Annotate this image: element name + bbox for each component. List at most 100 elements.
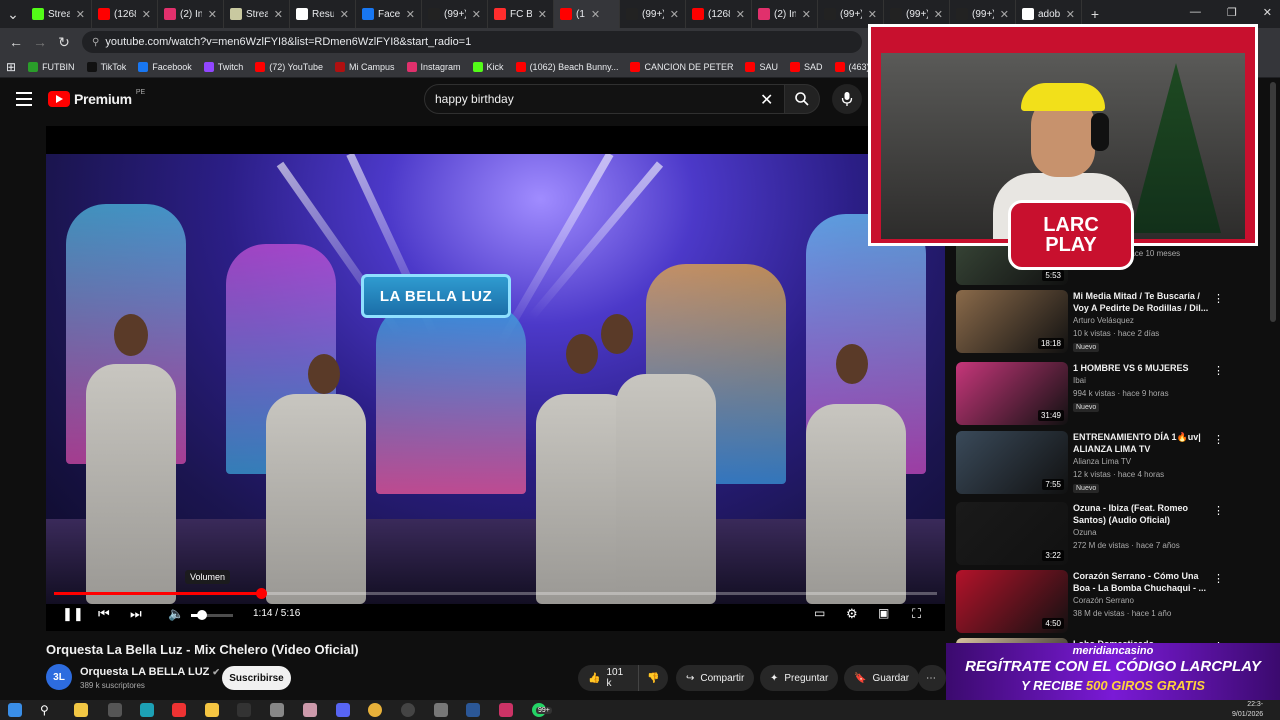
reload-icon[interactable]: ↻	[52, 34, 76, 51]
recommended-video[interactable]: 18:18 Mi Media Mitad / Te Buscaría / Voy …	[956, 290, 1226, 354]
recommended-title[interactable]: Mi Media Mitad / Te Buscaría / Voy A Ped…	[1073, 290, 1211, 314]
app-icon[interactable]	[108, 703, 122, 717]
browser-tab[interactable]: Faceb ✕	[356, 0, 422, 28]
menu-icon[interactable]	[16, 92, 32, 110]
recommended-video[interactable]: 31:49 1 HOMBRE VS 6 MUJERES Ibai 994 k vist…	[956, 362, 1226, 426]
tab-close-icon[interactable]: ✕	[868, 8, 877, 21]
app-icon[interactable]	[172, 703, 186, 717]
restore-icon[interactable]: ❐	[1227, 6, 1237, 19]
recommended-video[interactable]: 7:55 ENTRENAMIENTO DÍA 1🔥uv| ALIANZA LIMA…	[956, 431, 1226, 495]
bookmark-item[interactable]: (72) YouTube	[249, 61, 329, 72]
browser-tab[interactable]: (2) Ins ✕	[158, 0, 224, 28]
apps-icon[interactable]: ⊞	[0, 60, 22, 74]
tab-close-icon[interactable]: ✕	[472, 8, 481, 21]
more-options-icon[interactable]: ⋮	[1213, 433, 1224, 446]
ask-button[interactable]: ✦ Preguntar	[760, 665, 839, 691]
voice-search-button[interactable]	[832, 84, 862, 114]
bookmark-item[interactable]: Mi Campus	[329, 61, 401, 72]
recommended-channel[interactable]: Corazón Serrano	[1073, 596, 1134, 605]
bookmark-item[interactable]: TikTok	[81, 61, 133, 72]
fullscreen-icon[interactable]: ⛶	[912, 606, 921, 622]
more-options-icon[interactable]: ⋮	[1213, 504, 1224, 517]
url-field[interactable]: ⚲ youtube.com/watch?v=men6WzlFYI8&list=R…	[82, 31, 862, 53]
app-icon[interactable]	[303, 703, 317, 717]
tab-close-icon[interactable]: ✕	[340, 8, 349, 21]
video-player[interactable]: LA BELLA LUZ Volumen ❚❚ ⏮ ⏭ 🔈 1:14 / 5:1…	[46, 126, 945, 631]
like-button[interactable]: 👍 101 k	[578, 665, 638, 691]
more-options-icon[interactable]: ⋮	[1213, 292, 1224, 305]
tab-close-icon[interactable]: ✕	[274, 8, 283, 21]
tab-close-icon[interactable]: ✕	[208, 8, 217, 21]
calendar-app-icon[interactable]	[74, 703, 88, 717]
subscribe-button[interactable]: Suscribirse	[222, 666, 291, 690]
tab-close-icon[interactable]: ✕	[406, 8, 415, 21]
previous-icon[interactable]: ⏮	[98, 606, 110, 622]
more-options-icon[interactable]: ⋮	[1213, 572, 1224, 585]
chrome-icon[interactable]	[368, 703, 382, 717]
forward-icon[interactable]: →	[28, 34, 52, 50]
recommended-title[interactable]: Corazón Serrano - Cómo Una Boa - La Bomb…	[1073, 570, 1211, 594]
word-icon[interactable]	[466, 703, 480, 717]
volume-knob[interactable]	[196, 610, 207, 620]
app-icon[interactable]	[499, 703, 513, 717]
bookmark-item[interactable]: Facebook	[132, 61, 198, 72]
browser-tab[interactable]: (1 ✕	[554, 0, 620, 28]
page-scrollbar[interactable]	[1270, 82, 1276, 322]
taskbar-clock[interactable]: 22:3- 9/01/2026	[1232, 700, 1263, 720]
recommended-channel[interactable]: Alianza Lima TV	[1073, 457, 1131, 466]
bookmark-item[interactable]: FUTBIN	[22, 61, 81, 72]
app-icon[interactable]	[401, 703, 415, 717]
tab-close-icon[interactable]: ✕	[934, 8, 943, 21]
app-icon[interactable]	[270, 703, 284, 717]
bookmark-item[interactable]: Instagram	[401, 61, 467, 72]
browser-tab[interactable]: (99+) (✕	[620, 0, 686, 28]
tab-close-icon[interactable]: ✕	[802, 8, 811, 21]
browser-tab[interactable]: (2) Ins ✕	[752, 0, 818, 28]
bookmark-item[interactable]: Twitch	[198, 61, 250, 72]
app-icon[interactable]	[237, 703, 251, 717]
next-icon[interactable]: ⏭	[130, 606, 142, 622]
tab-close-icon[interactable]: ✕	[736, 8, 745, 21]
bookmark-item[interactable]: Kick	[467, 61, 510, 72]
bookmark-item[interactable]: CANCION DE PETER	[624, 61, 739, 72]
pause-icon[interactable]: ❚❚	[62, 606, 84, 622]
discord-icon[interactable]	[336, 703, 350, 717]
clear-search-icon[interactable]: ✕	[760, 90, 773, 110]
close-window-icon[interactable]: ✕	[1263, 6, 1272, 19]
video-thumbnail[interactable]: 3:22	[956, 502, 1068, 565]
browser-tab[interactable]: Strea ✕	[224, 0, 290, 28]
recommended-channel[interactable]: Ibai	[1073, 376, 1086, 385]
browser-tab[interactable]: (1268 ✕	[686, 0, 752, 28]
dislike-button[interactable]: 👎	[638, 665, 668, 691]
browser-tab[interactable]: Result ✕	[290, 0, 356, 28]
tab-close-icon[interactable]: ✕	[670, 8, 679, 21]
channel-avatar[interactable]: 3L	[46, 664, 72, 690]
recommended-channel[interactable]: Arturo Velásquez	[1073, 316, 1134, 325]
new-tab-button[interactable]: +	[1082, 6, 1108, 22]
bookmark-item[interactable]: SAU	[739, 61, 784, 72]
bookmark-item[interactable]: SAD	[784, 61, 829, 72]
video-thumbnail[interactable]: 18:18	[956, 290, 1068, 353]
search-input[interactable]: happy birthday	[424, 84, 790, 114]
recommended-title[interactable]: ENTRENAMIENTO DÍA 1🔥uv| ALIANZA LIMA TV	[1073, 431, 1211, 455]
channel-name[interactable]: Orquesta LA BELLA LUZ ✔	[80, 666, 220, 678]
recommended-title[interactable]: Ozuna - Ibiza (Feat. Romeo Santos) (Audi…	[1073, 502, 1211, 526]
windows-start-icon[interactable]	[8, 703, 22, 717]
edge-icon[interactable]	[140, 703, 154, 717]
settings-icon[interactable]: ⚙	[846, 606, 858, 622]
browser-tab[interactable]: Strea ✕	[26, 0, 92, 28]
tab-close-icon[interactable]: ✕	[591, 8, 600, 21]
back-icon[interactable]: ←	[4, 34, 28, 50]
share-button[interactable]: ↪ Compartir	[676, 665, 755, 691]
tab-close-icon[interactable]: ✕	[1066, 8, 1075, 21]
more-actions-button[interactable]: ⋯	[918, 665, 946, 691]
bookmark-item[interactable]: (1062) Beach Bunny...	[510, 61, 625, 72]
calculator-icon[interactable]	[434, 703, 448, 717]
tab-list-icon[interactable]: ⌄	[0, 6, 26, 23]
tab-close-icon[interactable]: ✕	[76, 8, 85, 21]
youtube-logo[interactable]: Premium PE	[48, 89, 145, 107]
progress-scrubber[interactable]	[255, 588, 267, 599]
site-info-icon[interactable]: ⚲	[92, 37, 99, 48]
video-frame[interactable]: LA BELLA LUZ	[46, 154, 945, 604]
minimize-icon[interactable]: —	[1190, 6, 1201, 19]
